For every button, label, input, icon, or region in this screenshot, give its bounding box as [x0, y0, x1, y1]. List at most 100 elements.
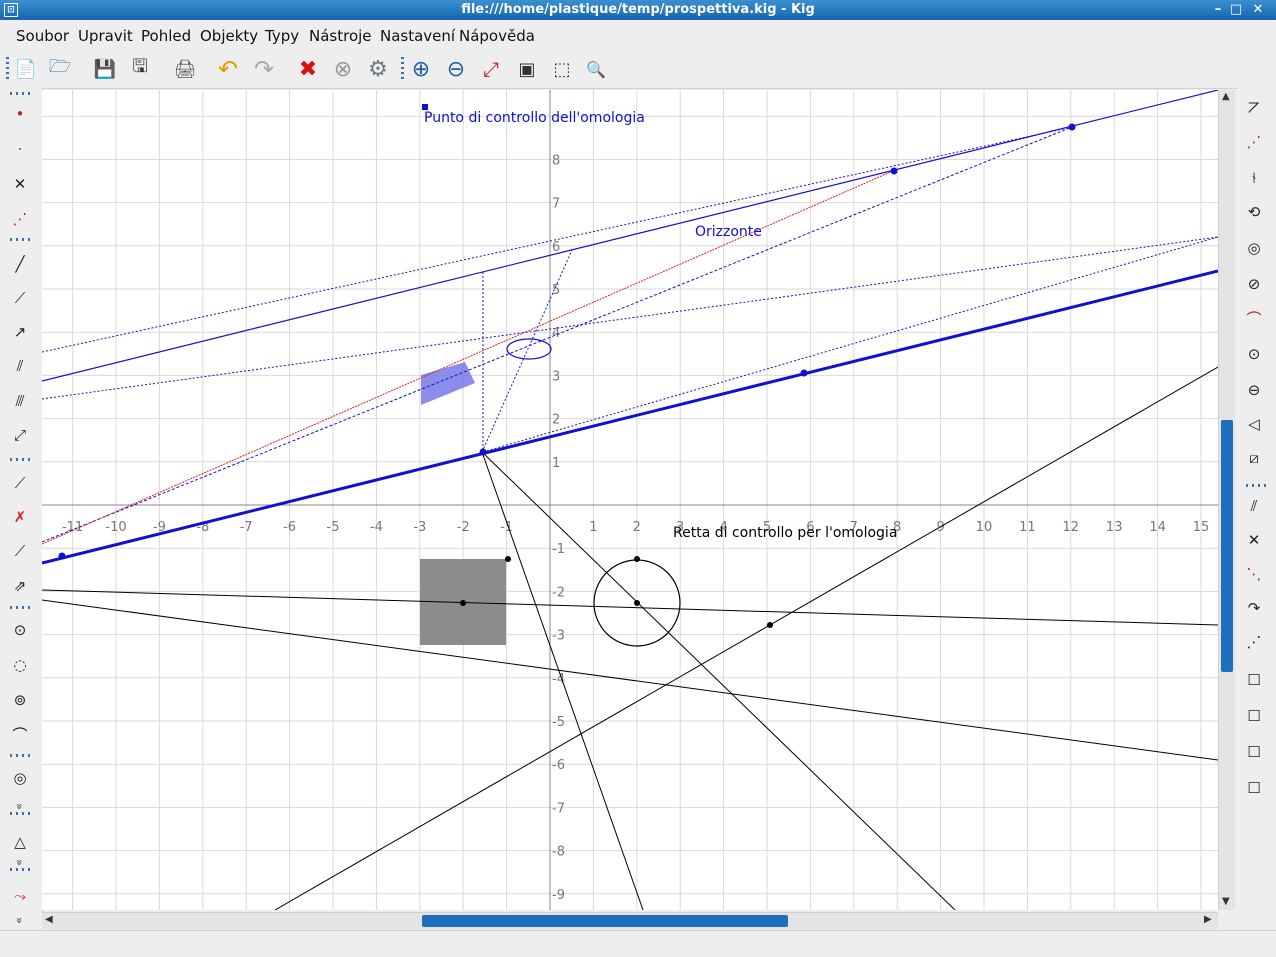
zoom-in-button[interactable]: ⊕ — [407, 56, 435, 82]
horizontal-scrollbar[interactable]: ◀ ▶ — [42, 912, 1218, 929]
in-polygon-test-icon[interactable]: ☐ — [1240, 774, 1268, 802]
ray-icon[interactable]: ↗ — [6, 318, 34, 346]
black-line-3[interactable] — [274, 366, 1218, 910]
black-point[interactable] — [634, 600, 640, 606]
arc-bisect-icon[interactable]: ⌒ — [1240, 304, 1268, 332]
zoom-out-button[interactable]: ⊖ — [442, 56, 470, 82]
cancel-construction-button[interactable]: ⊗ — [329, 56, 357, 82]
polygon-icon[interactable]: △ — [6, 828, 34, 856]
menu-soubor[interactable]: Soubor — [16, 27, 69, 45]
black-point[interactable] — [505, 556, 511, 562]
blue-point[interactable] — [800, 369, 808, 377]
menu-nastroje[interactable]: Nástroje — [309, 27, 372, 45]
menu-nastaveni[interactable]: Nastavení — [380, 27, 455, 45]
angle-icon[interactable]: ⦢ — [1240, 94, 1268, 122]
distance-test-icon[interactable]: ⋰ — [1240, 628, 1268, 656]
parallel-test-icon[interactable]: ⫽ — [1240, 492, 1268, 520]
zoom-fit-button[interactable]: ⤢ — [477, 56, 505, 82]
palette-grip[interactable] — [10, 606, 30, 609]
scroll-left-arrow[interactable]: ◀ — [45, 914, 53, 925]
homothety-icon[interactable]: ◎ — [1240, 234, 1268, 262]
translation-icon[interactable]: ⋰ — [1240, 128, 1268, 156]
projective-icon[interactable]: ⧄ — [1240, 444, 1268, 472]
menu-pohled[interactable]: Pohled — [141, 27, 191, 45]
similitude-icon[interactable]: ◁ — [1240, 410, 1268, 438]
circle-3points-icon[interactable]: ◌ — [6, 651, 34, 679]
existence-test-icon[interactable]: ☐ — [1240, 702, 1268, 730]
midpoint-icon[interactable]: ⋰ — [6, 205, 34, 233]
delete-line-icon[interactable]: ✗ — [6, 503, 34, 531]
segment-icon[interactable]: ⟋ — [6, 284, 34, 312]
vector-sum-icon[interactable]: ⇗ — [6, 572, 34, 600]
print-button[interactable]: 🖨 — [171, 56, 199, 82]
fullscreen-button[interactable]: ▣ — [513, 56, 541, 82]
intersection-icon[interactable]: ✕ — [6, 170, 34, 198]
select-shown-area-button[interactable]: ⬚ — [548, 56, 576, 82]
horizontal-scroll-thumb[interactable] — [422, 915, 788, 927]
menu-upravit[interactable]: Upravit — [78, 27, 133, 45]
blue-point[interactable] — [58, 552, 66, 560]
drawing-canvas[interactable]: 12-11-10-9-8-7-6-5-4-3-2-112345678910111… — [42, 90, 1218, 910]
circle-radius-icon[interactable]: ⊚ — [6, 686, 34, 714]
conic-icon[interactable]: ◎ — [6, 764, 34, 792]
redo-button[interactable]: ↷ — [250, 55, 278, 83]
settings-button[interactable]: ⚙ — [364, 56, 392, 82]
rotation-icon[interactable]: ⟲ — [1240, 198, 1268, 226]
palette-expand-icon[interactable]: » — [13, 859, 26, 866]
delete-objects-button[interactable]: ✖ — [294, 56, 322, 82]
scroll-down-arrow[interactable]: ▼ — [1222, 896, 1230, 907]
vector-equality-icon[interactable]: ☐ — [1240, 666, 1268, 694]
collinear-test-icon[interactable]: ⋱ — [1240, 560, 1268, 588]
new-document-button[interactable]: 📄 — [12, 56, 40, 82]
blue-dotted-line-horizon[interactable] — [42, 236, 1218, 400]
black-line-2[interactable] — [42, 599, 1218, 761]
mirror-icon[interactable]: ⫮ — [1240, 164, 1268, 192]
maximize-button[interactable]: □ — [1228, 2, 1244, 18]
save-as-button[interactable]: 🖫 — [126, 56, 154, 82]
zoom-area-button[interactable]: 🔍 — [582, 56, 610, 82]
menu-napoveda[interactable]: Nápověda — [459, 27, 535, 45]
black-point[interactable] — [460, 600, 466, 606]
toolbar-grip[interactable] — [6, 57, 9, 81]
circle-center-icon[interactable]: ⊙ — [6, 616, 34, 644]
line-by-points-icon[interactable]: ⟋ — [6, 537, 34, 565]
black-point[interactable] — [634, 556, 640, 562]
geometry-svg[interactable]: 12-11-10-9-8-7-6-5-4-3-2-112345678910111… — [42, 90, 1218, 910]
equality-test-icon[interactable]: ☐ — [1240, 738, 1268, 766]
palette-grip[interactable] — [10, 868, 30, 871]
line-icon[interactable]: ╱ — [6, 250, 34, 278]
vector-icon[interactable]: ⤢ — [6, 421, 34, 449]
scroll-up-arrow[interactable]: ▲ — [1222, 91, 1230, 102]
menu-typy[interactable]: Typy — [265, 27, 299, 45]
toolbar-grip[interactable] — [401, 57, 404, 81]
palette-grip[interactable] — [1246, 484, 1266, 487]
blue-point[interactable] — [890, 167, 898, 175]
save-button[interactable]: 💾 — [91, 56, 119, 82]
vertical-scroll-thumb[interactable] — [1221, 420, 1233, 672]
palette-grip[interactable] — [10, 238, 30, 241]
locus-icon[interactable]: ⤳ — [6, 882, 34, 910]
blue-dotted-line-1[interactable] — [42, 126, 1073, 543]
close-button[interactable]: ✕ — [1250, 2, 1266, 18]
minimize-button[interactable]: – — [1210, 2, 1226, 18]
circle-by-radius-icon[interactable]: ⊙ — [1240, 340, 1268, 368]
inversion-icon[interactable]: ⊘ — [1240, 270, 1268, 298]
parallel-icon[interactable]: ⫽ — [6, 352, 34, 380]
polar-icon[interactable]: ⊖ — [1240, 376, 1268, 404]
palette-expand-icon[interactable]: » — [13, 803, 26, 810]
orthogonal-test-icon[interactable]: ✕ — [1240, 526, 1268, 554]
palette-grip[interactable] — [10, 458, 30, 461]
vertical-scrollbar[interactable]: ▲ ▼ — [1218, 90, 1235, 910]
scroll-right-arrow[interactable]: ▶ — [1204, 914, 1212, 925]
undo-button[interactable]: ↶ — [214, 55, 242, 83]
palette-grip[interactable] — [10, 812, 30, 815]
palette-grip[interactable] — [10, 754, 30, 757]
point-xy-icon[interactable]: ⋅ — [6, 135, 34, 163]
control-line-thick[interactable] — [42, 269, 1218, 565]
segment-axis-icon[interactable]: ⟋ — [6, 469, 34, 497]
perspective-quadrilateral[interactable] — [421, 362, 475, 405]
blue-line-top[interactable] — [42, 90, 1218, 382]
palette-grip[interactable] — [10, 92, 30, 95]
perpendicular-icon[interactable]: ⫻ — [6, 387, 34, 415]
open-document-button[interactable]: 🗁 — [46, 56, 74, 82]
